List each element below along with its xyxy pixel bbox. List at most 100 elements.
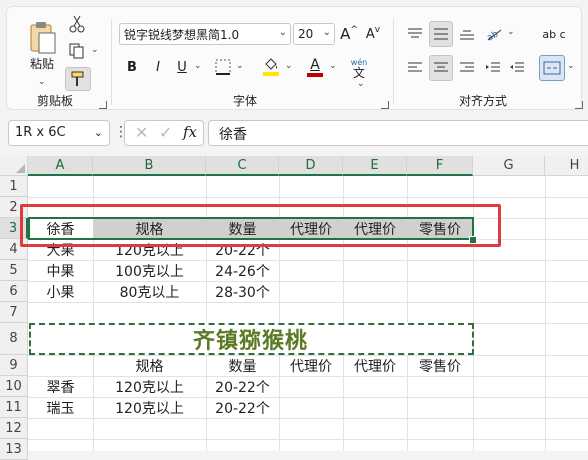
cell-c10[interactable]: 20-22个	[206, 376, 279, 397]
insert-function-icon[interactable]: fx	[183, 123, 197, 141]
cell-c6[interactable]: 28-30个	[206, 281, 279, 302]
paste-icon	[30, 21, 56, 53]
column-header-c[interactable]: C	[206, 156, 279, 176]
row-header-7[interactable]: 7	[0, 302, 28, 323]
alignment-launcher-icon[interactable]	[575, 101, 583, 109]
font-size-value: 20	[298, 27, 314, 41]
name-box[interactable]: 1R x 6C ⌄	[8, 120, 110, 146]
italic-button[interactable]: I	[149, 57, 167, 77]
font-launcher-icon[interactable]	[381, 101, 389, 109]
column-header-e[interactable]: E	[343, 156, 407, 176]
row-header-10[interactable]: 10	[0, 376, 28, 397]
cell-b9[interactable]: 规格	[93, 355, 206, 376]
column-header-a[interactable]: A	[28, 156, 93, 176]
borders-chevron-icon[interactable]: ⌄	[236, 61, 244, 71]
row-header-5[interactable]: 5	[0, 260, 28, 281]
select-all-corner[interactable]	[0, 156, 28, 176]
column-header-d[interactable]: D	[279, 156, 343, 176]
cell-b6[interactable]: 80克以上	[93, 281, 206, 302]
font-name-select[interactable]: 锐字锐线梦想黑简1.0 ⌄	[119, 23, 291, 45]
worksheet-grid[interactable]: A B C D E F G H 1 2 3 4 5 6 7 8 9 10 11 …	[0, 156, 588, 460]
shrink-font-button[interactable]: Av	[363, 23, 383, 45]
cell-d9[interactable]: 代理价	[279, 355, 343, 376]
column-header-f[interactable]: F	[407, 156, 473, 176]
align-left-icon	[408, 62, 422, 72]
copy-button[interactable]	[65, 40, 89, 62]
cell-a6[interactable]: 小果	[28, 281, 93, 302]
cell-b5[interactable]: 100克以上	[93, 260, 206, 281]
row-header-12[interactable]: 12	[0, 418, 28, 439]
formula-buttons: ✕ ✓ fx	[124, 120, 204, 146]
cut-button[interactable]	[65, 13, 89, 35]
clipboard-launcher-icon[interactable]	[99, 101, 107, 109]
indent-button[interactable]	[483, 57, 503, 79]
chevron-down-icon: ⌄	[278, 27, 287, 38]
cell-c11[interactable]: 20-22个	[206, 397, 279, 418]
column-header-b[interactable]: B	[93, 156, 206, 176]
row-header-8[interactable]: 8	[0, 323, 28, 355]
font-color-button[interactable]: A	[305, 55, 325, 79]
clipboard-group-label: 剪贴板	[37, 94, 74, 108]
align-left-button[interactable]	[405, 57, 425, 79]
ribbon: 粘贴 ⌄ ⌄ 剪贴板 锐字锐线梦想黑简1.0 ⌄ 20 ⌄ A ^ Av B I…	[6, 6, 583, 110]
merge-center-button[interactable]	[539, 55, 565, 81]
align-top-icon	[408, 28, 422, 38]
formula-input[interactable]: 徐香	[208, 120, 588, 146]
cell-f9[interactable]: 零售价	[407, 355, 473, 376]
cell-a5[interactable]: 中果	[28, 260, 93, 281]
borders-button[interactable]	[213, 57, 233, 77]
align-center-button[interactable]	[429, 55, 453, 81]
font-size-select[interactable]: 20 ⌄	[293, 23, 335, 45]
caret-down-icon: v	[374, 25, 381, 35]
bold-button[interactable]: B	[123, 57, 141, 77]
copy-chevron-icon[interactable]: ⌄	[91, 45, 99, 55]
underline-button[interactable]: U	[173, 57, 191, 77]
cell-c5[interactable]: 24-26个	[206, 260, 279, 281]
row-header-1[interactable]: 1	[0, 176, 28, 197]
chevron-down-icon: ⌄	[322, 27, 331, 38]
group-separator	[393, 19, 394, 105]
column-header-g[interactable]: G	[473, 156, 545, 176]
cell-c9[interactable]: 数量	[206, 355, 279, 376]
gridline	[28, 418, 588, 419]
cell-b11[interactable]: 120克以上	[93, 397, 206, 418]
underline-chevron-icon[interactable]: ⌄	[194, 61, 202, 71]
align-right-button[interactable]	[457, 57, 477, 79]
font-color-swatch	[307, 73, 323, 77]
cell-e9[interactable]: 代理价	[343, 355, 407, 376]
align-bottom-button[interactable]	[457, 23, 477, 45]
cell-a10[interactable]: 翠香	[28, 376, 93, 397]
orientation-button[interactable]: ab	[483, 23, 505, 45]
orientation-chevron-icon[interactable]: ⌄	[507, 27, 515, 37]
indent-icon	[486, 62, 500, 72]
cell-a11[interactable]: 瑞玉	[28, 397, 93, 418]
row-header-6[interactable]: 6	[0, 281, 28, 302]
pinyin-char: 文	[352, 66, 365, 80]
row-header-9[interactable]: 9	[0, 355, 28, 376]
phonetic-chevron-icon[interactable]: ⌄	[357, 79, 365, 89]
row-header-13[interactable]: 13	[0, 439, 28, 460]
underline-icon: U	[177, 59, 187, 75]
merge-chevron-icon[interactable]: ⌄	[567, 61, 575, 71]
borders-icon	[215, 59, 231, 75]
fill-color-button[interactable]	[261, 55, 281, 79]
orientation-icon: ab	[485, 29, 502, 42]
wrap-text-button[interactable]: ab c	[541, 23, 567, 45]
align-top-button[interactable]	[405, 23, 425, 45]
cell-b10[interactable]: 120克以上	[93, 376, 206, 397]
grow-font-button[interactable]: A ^	[339, 23, 359, 45]
fill-color-chevron-icon[interactable]: ⌄	[285, 61, 293, 71]
chevron-down-icon: ⌄	[93, 126, 103, 139]
column-header-h[interactable]: H	[545, 156, 588, 176]
align-middle-button[interactable]	[429, 21, 453, 47]
enter-icon[interactable]: ✓	[159, 123, 172, 142]
row-header-11[interactable]: 11	[0, 397, 28, 418]
font-color-chevron-icon[interactable]: ⌄	[329, 61, 337, 71]
phonetic-button[interactable]: wén 文	[347, 55, 371, 81]
outdent-button[interactable]	[507, 57, 527, 79]
cancel-icon[interactable]: ✕	[135, 123, 148, 142]
format-painter-button[interactable]	[65, 67, 91, 91]
caret-up-icon: ^	[350, 25, 358, 35]
paste-chevron-icon[interactable]: ⌄	[38, 77, 46, 87]
paste-button[interactable]: 粘贴	[25, 17, 59, 75]
